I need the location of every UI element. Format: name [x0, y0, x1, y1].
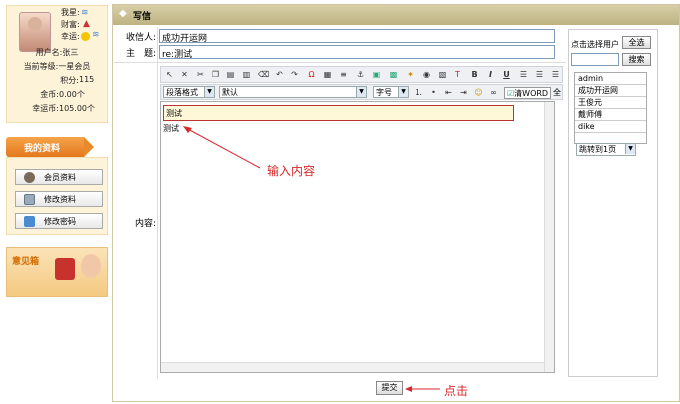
click-arrow-head [405, 386, 412, 392]
input-arrow-head [183, 126, 192, 133]
annotation-layer [183, 126, 440, 392]
click-hint-annotation: 点击 [444, 384, 469, 398]
input-arrow-line [185, 127, 261, 169]
input-hint-annotation: 输入内容 [267, 164, 316, 178]
